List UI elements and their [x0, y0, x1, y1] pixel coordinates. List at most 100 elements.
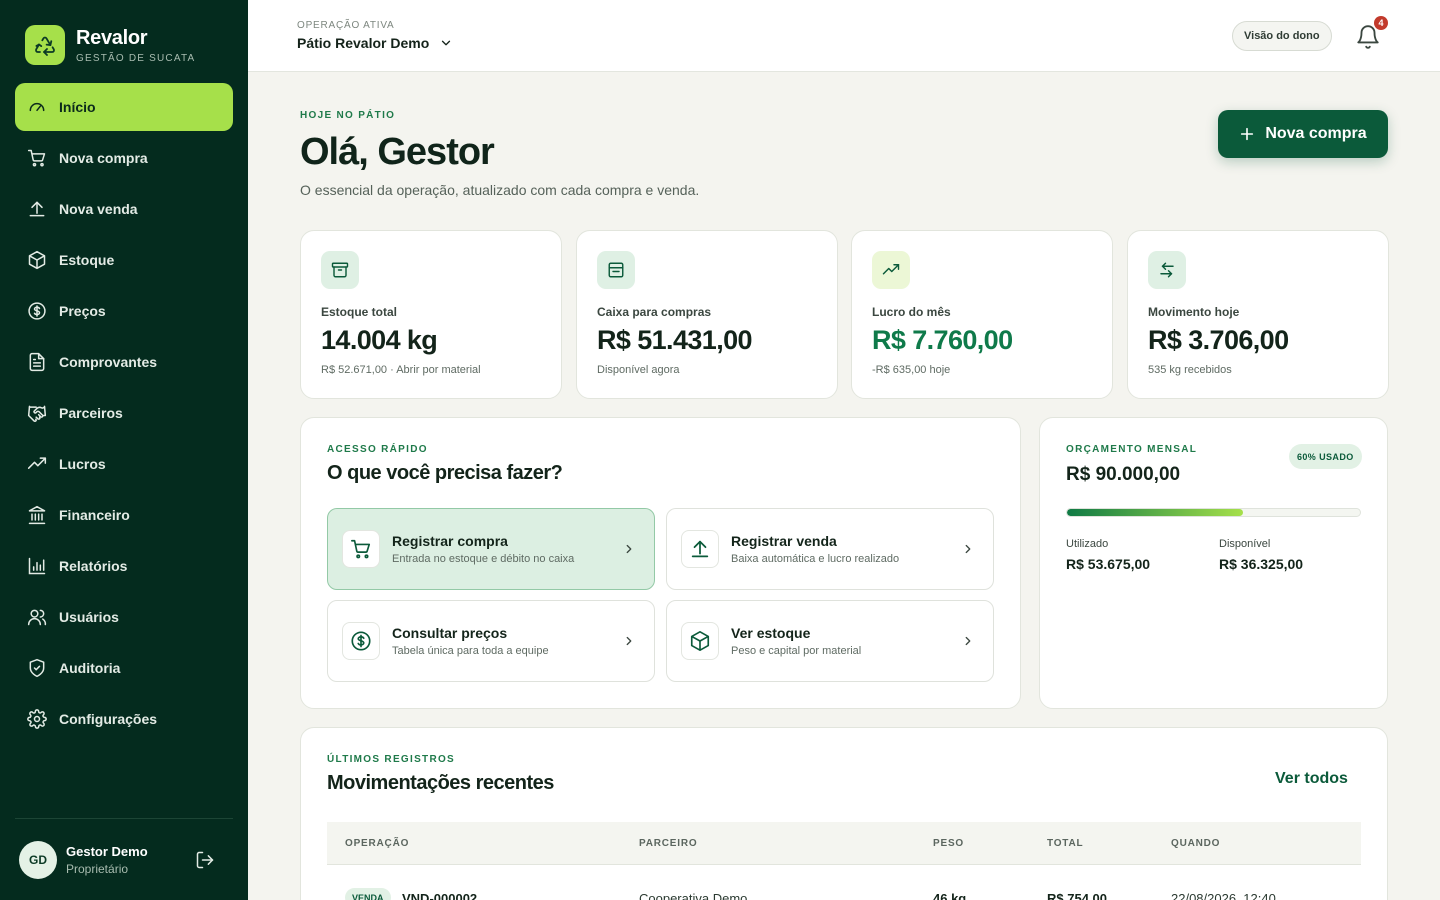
stat-label: Lucro do mês	[872, 305, 951, 319]
stat-label: Movimento hoje	[1148, 305, 1240, 319]
receipt-icon	[29, 352, 45, 372]
bank-icon	[28, 505, 46, 525]
sidebar-item-financeiro[interactable]: Financeiro	[15, 491, 233, 539]
column-header[interactable]: PESO	[933, 838, 964, 849]
page-title: Olá, Gestor	[300, 131, 495, 173]
quick-title: O que você precisa fazer?	[327, 462, 563, 484]
stat-value: 14.004 kg	[321, 325, 438, 355]
sidebar-item-label: Auditoria	[59, 660, 121, 676]
budget-available: Disponível R$ 36.325,00	[1219, 538, 1303, 572]
chevron-right-icon	[965, 636, 971, 646]
sidebar-item-label: Lucros	[59, 456, 106, 472]
dollar-icon	[342, 622, 380, 660]
operation-code: VND-000002	[402, 891, 478, 900]
sidebar-item-nova-venda[interactable]: Nova venda	[15, 185, 233, 233]
quick-action-register-sale[interactable]: Registrar venda Baixa automática e lucro…	[666, 508, 994, 590]
sidebar-nav: Início Nova compra Nova venda Estoque Pr…	[15, 83, 233, 746]
sidebar-item-estoque[interactable]: Estoque	[15, 236, 233, 284]
see-all-link[interactable]: Ver todos	[1275, 770, 1348, 788]
sidebar-item-parceiros[interactable]: Parceiros	[15, 389, 233, 437]
sidebar-item-label: Estoque	[59, 252, 115, 268]
stat-card-stock[interactable]: Estoque total 14.004 kg R$ 52.671,00 · A…	[300, 230, 562, 399]
dollar-icon	[28, 302, 46, 320]
handshake-icon	[27, 405, 47, 422]
stat-sub: Disponível agora	[597, 364, 680, 376]
sidebar-item-label: Nova compra	[59, 150, 148, 166]
stat-sub: 535 kg recebidos	[1148, 364, 1232, 376]
plus-icon	[1241, 127, 1254, 141]
sidebar-item-label: Início	[59, 99, 96, 115]
recent-title: Movimentações recentes	[327, 772, 554, 794]
budget-used-value: R$ 53.675,00	[1066, 556, 1151, 572]
owner-view-button[interactable]: Visão do dono	[1232, 21, 1332, 51]
chevron-right-icon	[626, 544, 632, 554]
stat-card-cash[interactable]: Caixa para compras R$ 51.431,00 Disponív…	[576, 230, 838, 399]
wallet-icon	[597, 251, 635, 289]
topbar: OPERAÇÃO ATIVA Pátio Revalor Demo Visão …	[248, 0, 1440, 72]
trend-icon	[27, 457, 47, 469]
sidebar-divider	[15, 818, 233, 819]
user-role: Proprietário	[66, 862, 129, 876]
sidebar-item-auditoria[interactable]: Auditoria	[15, 644, 233, 692]
stat-sub: -R$ 635,00 hoje	[872, 364, 951, 376]
hero-eyebrow: HOJE NO PÁTIO	[300, 110, 396, 121]
stat-value: R$ 51.431,00	[597, 325, 753, 355]
column-header[interactable]: PARCEIRO	[639, 838, 697, 849]
monthly-budget-card: ORÇAMENTO MENSAL R$ 90.000,00 60% USADO …	[1039, 417, 1388, 709]
column-header[interactable]: OPERAÇÃO	[345, 838, 409, 849]
sidebar-item-label: Comprovantes	[59, 354, 158, 370]
sidebar-item-label: Nova venda	[59, 201, 138, 217]
sidebar-item-relatorios[interactable]: Relatórios	[15, 542, 233, 590]
column-header[interactable]: TOTAL	[1047, 838, 1083, 849]
shield-icon	[29, 658, 45, 678]
sidebar-item-comprovantes[interactable]: Comprovantes	[15, 338, 233, 386]
cart-icon	[342, 530, 380, 568]
recent-movements-card: ÚLTIMOS REGISTROS Movimentações recentes…	[300, 727, 1388, 900]
trend-up-icon	[872, 251, 910, 289]
sidebar-item-nova-compra[interactable]: Nova compra	[15, 134, 233, 182]
stat-sub: R$ 52.671,00 · Abrir por material	[321, 364, 481, 376]
quick-action-register-purchase[interactable]: Registrar compra Entrada no estoque e dé…	[327, 508, 655, 590]
logout-icon[interactable]	[195, 850, 215, 870]
timestamp: 22/08/2026, 12:40	[1171, 891, 1276, 900]
user-name: Gestor Demo	[66, 844, 148, 859]
brand-subtitle: GESTÃO DE SUCATA	[76, 52, 196, 64]
operation-selector[interactable]: OPERAÇÃO ATIVA Pátio Revalor Demo	[297, 20, 453, 51]
operation-value: Pátio Revalor Demo	[297, 35, 430, 51]
quick-action-desc: Peso e capital por material	[731, 645, 862, 657]
new-purchase-button[interactable]: Nova compra	[1218, 110, 1388, 158]
sidebar-item-precos[interactable]: Preços	[15, 287, 233, 335]
quick-action-view-stock[interactable]: Ver estoque Peso e capital por material	[666, 600, 994, 682]
sidebar-item-inicio[interactable]: Início	[15, 83, 233, 131]
table-row[interactable]: VENDA VND-000002 Cooperativa Demo 46 kg …	[327, 865, 1361, 900]
avatar[interactable]: GD	[19, 841, 57, 879]
hero: HOJE NO PÁTIO Olá, Gestor O essencial da…	[300, 110, 699, 198]
recycle-logo-icon	[25, 25, 65, 65]
archive-icon	[321, 251, 359, 289]
sidebar: Revalor GESTÃO DE SUCATA Início Nova com…	[0, 0, 248, 900]
stat-value: R$ 3.706,00	[1148, 325, 1289, 355]
stat-label: Estoque total	[321, 305, 398, 319]
sidebar-item-usuarios[interactable]: Usuários	[15, 593, 233, 641]
sidebar-item-label: Configurações	[59, 711, 158, 727]
cart-icon	[27, 149, 46, 167]
sidebar-item-configuracoes[interactable]: Configurações	[15, 695, 233, 743]
chevron-down-icon	[442, 40, 451, 46]
sidebar-item-label: Parceiros	[59, 405, 123, 421]
chevron-right-icon	[965, 544, 971, 554]
brand-name: Revalor	[76, 26, 148, 49]
stat-card-profit[interactable]: Lucro do mês R$ 7.760,00 -R$ 635,00 hoje	[851, 230, 1113, 399]
sidebar-item-lucros[interactable]: Lucros	[15, 440, 233, 488]
sidebar-item-label: Relatórios	[59, 558, 128, 574]
table-header: OPERAÇÃO PARCEIRO PESO TOTAL QUANDO	[327, 822, 1361, 865]
swap-icon	[1148, 251, 1186, 289]
column-header[interactable]: QUANDO	[1171, 838, 1220, 849]
quick-action-check-prices[interactable]: Consultar preços Tabela única para toda …	[327, 600, 655, 682]
budget-used-label: Utilizado	[1066, 538, 1109, 550]
box-icon	[28, 250, 46, 270]
quick-action-desc: Baixa automática e lucro realizado	[731, 553, 900, 565]
brand[interactable]: Revalor GESTÃO DE SUCATA	[25, 25, 195, 65]
stat-card-movement[interactable]: Movimento hoje R$ 3.706,00 535 kg recebi…	[1127, 230, 1389, 399]
gauge-icon	[29, 102, 45, 112]
budget-progress-fill	[1067, 509, 1243, 516]
